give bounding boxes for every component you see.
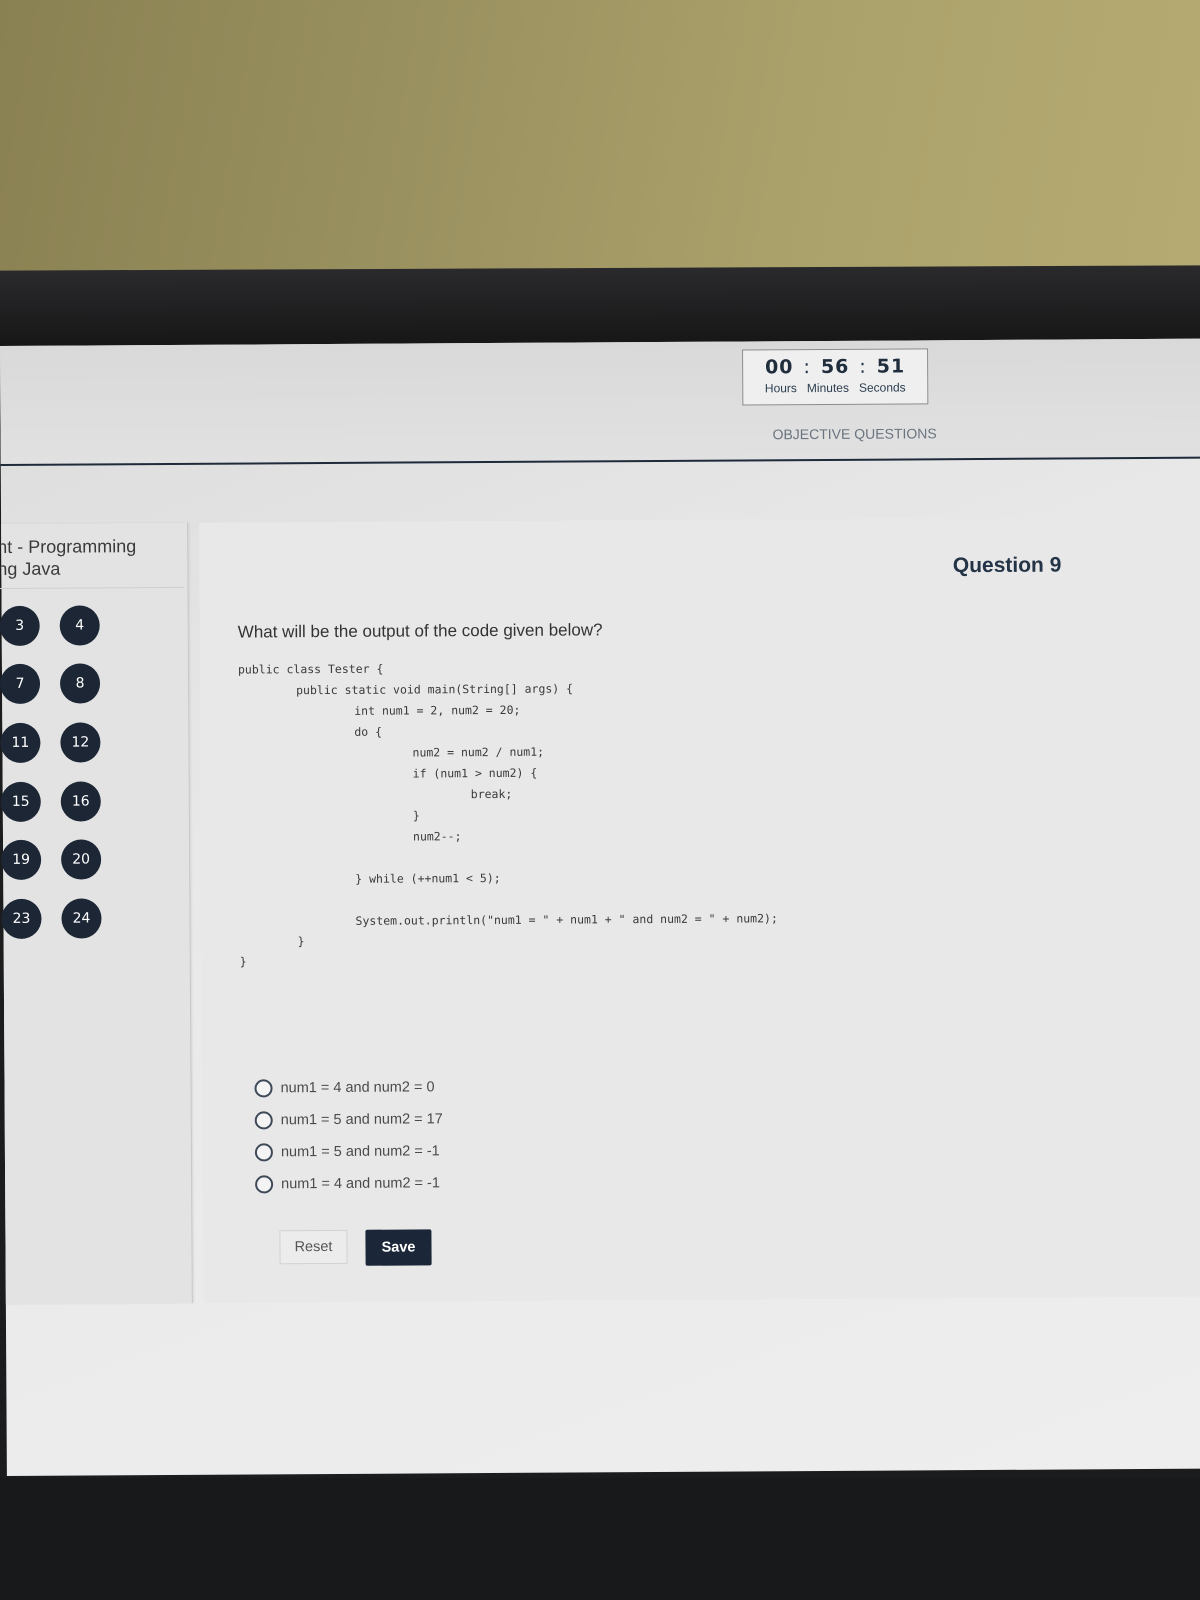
question-prompt: What will be the output of the code give… <box>237 620 603 642</box>
timer-seconds: 51 <box>876 355 906 378</box>
countdown-timer: 00:56:51 Hours Minutes Seconds <box>742 348 929 406</box>
question-number-button[interactable]: 15 <box>0 781 41 823</box>
timer-digits: 00:56:51 <box>743 355 927 378</box>
test-title: nt - Programming ng Java <box>0 534 184 590</box>
answer-option[interactable]: num1 = 5 and num2 = -1 <box>254 1139 440 1164</box>
tab-objective-questions[interactable]: OBJECTIVE QUESTIONS <box>773 425 937 442</box>
question-number-button[interactable]: 7 <box>0 663 41 705</box>
radio-button[interactable] <box>255 1175 274 1194</box>
question-number-button[interactable]: 3 <box>0 605 40 647</box>
code-line: if (num1 > num2) { <box>412 765 538 781</box>
question-number-button[interactable]: 8 <box>59 663 101 704</box>
radio-button[interactable] <box>254 1143 273 1162</box>
answer-option-label: num1 = 4 and num2 = -1 <box>281 1175 440 1193</box>
code-line: } <box>297 934 305 949</box>
radio-button[interactable] <box>254 1079 273 1098</box>
hours-label: Hours <box>764 381 797 396</box>
answer-option-label: num1 = 4 and num2 = 0 <box>280 1079 435 1097</box>
seconds-label: Seconds <box>858 380 906 395</box>
code-line: num2--; <box>412 829 462 844</box>
question-number-button[interactable]: 20 <box>61 839 102 880</box>
background-wall <box>0 0 1200 290</box>
code-line: break; <box>470 786 513 802</box>
test-title-line2: ng Java <box>0 558 61 580</box>
code-line: } <box>239 954 247 969</box>
question-number-button[interactable]: 4 <box>59 605 100 646</box>
answer-option[interactable]: num1 = 4 and num2 = 0 <box>254 1075 435 1100</box>
answer-option[interactable]: num1 = 5 and num2 = 17 <box>254 1107 443 1132</box>
exam-screen: 00:56:51 Hours Minutes Seconds OBJECTIVE Q… <box>0 338 1200 1476</box>
reset-button[interactable]: Reset <box>279 1229 348 1265</box>
question-panel: Question 9 What will be the output of th… <box>199 516 1200 1303</box>
timer-units: Hours Minutes Seconds <box>743 380 927 395</box>
question-number-button[interactable]: 11 <box>0 722 41 764</box>
timer-minutes: 56 <box>820 355 850 378</box>
save-button[interactable]: Save <box>365 1229 432 1266</box>
radio-button[interactable] <box>254 1111 273 1130</box>
test-title-line1: nt - Programming <box>0 536 137 558</box>
code-line: } <box>412 808 420 823</box>
timer-hours: 00 <box>764 356 794 379</box>
code-line: public static void main(String[] args) { <box>296 681 574 698</box>
answer-option[interactable]: num1 = 4 and num2 = -1 <box>255 1171 440 1196</box>
timer-separator: : <box>803 356 811 379</box>
answer-option-label: num1 = 5 and num2 = 17 <box>280 1111 443 1129</box>
code-line: public class Tester { <box>237 661 384 677</box>
answer-option-label: num1 = 5 and num2 = -1 <box>280 1143 440 1161</box>
question-number-button[interactable]: 24 <box>61 898 102 939</box>
question-number-label: Question 9 <box>952 553 1062 578</box>
code-line: int num1 = 2, num2 = 20; <box>354 702 521 718</box>
question-navigator: nt - Programming ng Java 3 4 7 8 11 12 1… <box>0 522 193 1304</box>
code-line: num2 = num2 / num1; <box>412 744 545 760</box>
code-line: System.out.println("num1 = " + num1 + " … <box>355 911 778 928</box>
question-number-button[interactable]: 12 <box>60 722 101 763</box>
monitor-lower-bezel <box>0 1478 1200 1600</box>
minutes-label: Minutes <box>806 380 849 396</box>
question-number-button[interactable]: 23 <box>1 898 42 940</box>
timer-separator: : <box>859 355 867 378</box>
code-line: do { <box>354 724 383 739</box>
question-number-button[interactable]: 16 <box>60 781 101 822</box>
question-number-button[interactable]: 19 <box>1 839 42 881</box>
code-line: } while (++num1 < 5); <box>355 870 501 886</box>
top-header: 00:56:51 Hours Minutes Seconds OBJECTIVE Q… <box>0 338 1200 466</box>
